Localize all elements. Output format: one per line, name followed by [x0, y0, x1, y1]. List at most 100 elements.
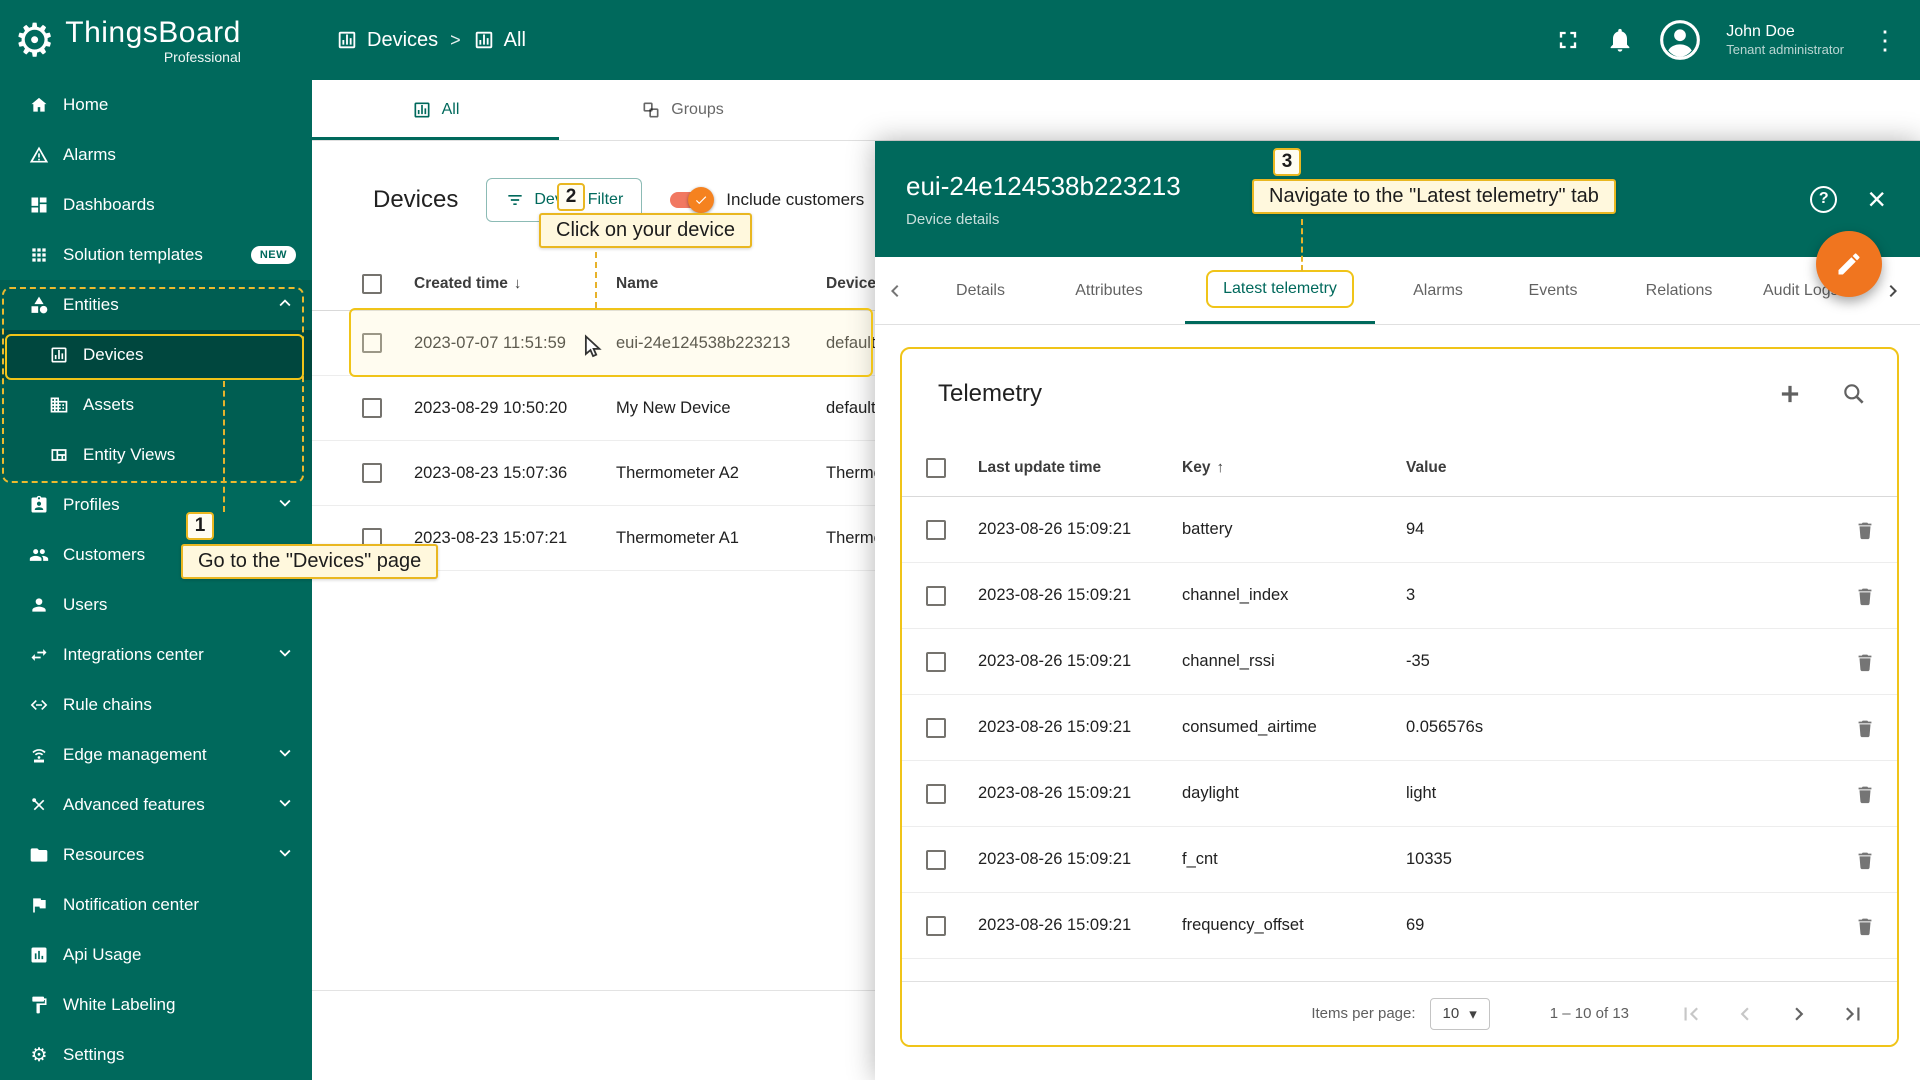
tab-groups[interactable]: Groups [559, 80, 806, 140]
header-menu-button[interactable]: ⋮ [1868, 25, 1902, 56]
last-page-button[interactable] [1833, 1001, 1873, 1027]
sidebar-item-dashboards[interactable]: Dashboards [0, 180, 312, 230]
sidebar-item-label: Profiles [63, 495, 120, 514]
sidebar-item-api-usage[interactable]: Api Usage [0, 930, 312, 980]
sidebar-item-solution-templates[interactable]: Solution templates NEW [0, 230, 312, 280]
sidebar-item-resources[interactable]: Resources [0, 830, 312, 880]
sidebar-item-advanced-features[interactable]: Advanced features [0, 780, 312, 830]
row-checkbox[interactable] [362, 463, 382, 483]
tab-all[interactable]: All [312, 80, 559, 140]
delete-telemetry-button[interactable] [1833, 783, 1897, 805]
sidebar-item-integrations-center[interactable]: Integrations center [0, 630, 312, 680]
telemetry-row[interactable]: 2023-08-26 15:09:21 daylight light [902, 761, 1897, 827]
close-panel-button[interactable]: × [1867, 183, 1886, 215]
chevron-right-icon [1889, 284, 1897, 297]
tab-relations[interactable]: Relations [1627, 257, 1731, 324]
row-checkbox[interactable] [362, 333, 382, 353]
tab-latest-telemetry[interactable]: Latest telemetry [1185, 257, 1375, 324]
sidebar-item-white-labeling[interactable]: White Labeling [0, 980, 312, 1030]
sidebar-item-notification-center[interactable]: Notification center [0, 880, 312, 930]
check-icon [696, 196, 707, 205]
device-filter-button[interactable]: Device Filter [486, 178, 643, 222]
sidebar-item-label: Rule chains [63, 695, 152, 714]
column-value[interactable]: Value [1406, 459, 1833, 477]
telemetry-row[interactable]: 2023-08-26 15:09:21 battery 94 [902, 497, 1897, 563]
search-icon[interactable] [1841, 381, 1867, 407]
telemetry-value: -35 [1406, 652, 1430, 670]
row-checkbox[interactable] [926, 519, 946, 540]
select-all-checkbox[interactable] [926, 457, 946, 478]
delete-telemetry-button[interactable] [1833, 915, 1897, 937]
tab-alarms[interactable]: Alarms [1397, 257, 1479, 324]
row-checkbox[interactable] [926, 915, 946, 936]
breadcrumb-devices[interactable]: Devices [336, 29, 438, 52]
help-button[interactable]: ? [1810, 185, 1838, 213]
sidebar-item-edge-management[interactable]: Edge management [0, 730, 312, 780]
delete-telemetry-button[interactable] [1833, 849, 1897, 871]
telemetry-row[interactable]: 2023-08-26 15:09:21 channel_index 3 [902, 563, 1897, 629]
row-checkbox[interactable] [926, 651, 946, 672]
new-badge: NEW [250, 246, 296, 264]
filter-icon [508, 195, 523, 205]
first-page-button[interactable] [1671, 1001, 1711, 1027]
page-size-select[interactable]: 10 ▾ [1429, 997, 1490, 1030]
telemetry-row[interactable]: 2023-08-26 15:09:21 f_cnt 10335 [902, 827, 1897, 893]
telemetry-row[interactable]: 2023-08-26 15:09:21 frequency_offset 69 [902, 893, 1897, 959]
sidebar-item-assets[interactable]: Assets [0, 380, 312, 430]
sidebar-item-profiles[interactable]: Profiles [0, 480, 312, 530]
sidebar-item-label: Customers [63, 545, 146, 564]
sidebar-item-label: Notification center [63, 895, 200, 914]
telemetry-row[interactable]: 2023-08-26 15:09:21 channel_rssi -35 [902, 629, 1897, 695]
select-all-checkbox[interactable] [362, 273, 382, 294]
paint-icon [28, 995, 50, 1015]
row-checkbox[interactable] [926, 783, 946, 804]
account-circle-icon [1660, 20, 1701, 60]
sidebar-item-users[interactable]: Users [0, 580, 312, 630]
sidebar-item-alarms[interactable]: Alarms [0, 130, 312, 180]
sidebar-item-home[interactable]: Home [0, 80, 312, 130]
tab-events[interactable]: Events [1511, 257, 1595, 324]
telemetry-row[interactable]: 2023-08-26 15:09:21 consumed_airtime 0.0… [902, 695, 1897, 761]
breadcrumb-all[interactable]: All [473, 29, 526, 52]
include-customers-toggle[interactable] [670, 187, 715, 213]
sidebar-item-settings[interactable]: ⚙ Settings [0, 1030, 312, 1080]
user-info: John Doe Tenant administrator [1726, 22, 1844, 58]
delete-telemetry-button[interactable] [1833, 717, 1897, 739]
select-arrow-icon: ▾ [1469, 1005, 1477, 1023]
device-created-time: 2023-08-29 10:50:20 [414, 398, 568, 417]
tab-details[interactable]: Details [933, 257, 1028, 324]
row-checkbox[interactable] [926, 717, 946, 738]
sidebar-item-rule-chains[interactable]: Rule chains [0, 680, 312, 730]
row-checkbox[interactable] [926, 585, 946, 606]
notifications-button[interactable] [1606, 26, 1634, 54]
previous-page-button[interactable] [1725, 1001, 1765, 1027]
column-last-update-time[interactable]: Last update time [978, 459, 1182, 477]
sidebar-item-label: Assets [83, 395, 135, 414]
column-name[interactable]: Name [616, 275, 826, 293]
sidebar-item-label: Entity Views [83, 445, 176, 464]
delete-telemetry-button[interactable] [1833, 519, 1897, 541]
telemetry-time: 2023-08-26 15:09:21 [978, 850, 1132, 868]
fullscreen-icon [1560, 31, 1577, 49]
row-checkbox[interactable] [362, 398, 382, 418]
user-avatar[interactable] [1658, 18, 1702, 62]
add-telemetry-button plus-icon[interactable] [1777, 381, 1803, 407]
row-checkbox[interactable] [362, 528, 382, 548]
next-page-button[interactable] [1779, 1001, 1819, 1027]
fullscreen-button[interactable] [1554, 26, 1582, 54]
edit-device-fab[interactable] [1816, 231, 1882, 297]
sidebar-item-entities[interactable]: Entities [0, 280, 312, 330]
tab-attributes[interactable]: Attributes [1050, 257, 1168, 324]
delete-telemetry-button[interactable] [1833, 585, 1897, 607]
sidebar-item-customers[interactable]: Customers [0, 530, 312, 580]
app-logo[interactable]: ⚙ ThingsBoard Professional [0, 16, 312, 65]
telemetry-row[interactable]: 2023-08-26 15:09:21 gateway WH-4B5145 [902, 959, 1897, 981]
column-key[interactable]: Key ↑ [1182, 459, 1406, 477]
column-created-time[interactable]: Created time ↓ [414, 275, 616, 293]
sidebar-item-devices[interactable]: Devices [0, 330, 312, 380]
sidebar-item-label: Dashboards [63, 195, 155, 214]
tabs-scroll-left-button[interactable] [883, 257, 907, 324]
sidebar-item-entity-views[interactable]: Entity Views [0, 430, 312, 480]
delete-telemetry-button[interactable] [1833, 651, 1897, 673]
row-checkbox[interactable] [926, 849, 946, 870]
